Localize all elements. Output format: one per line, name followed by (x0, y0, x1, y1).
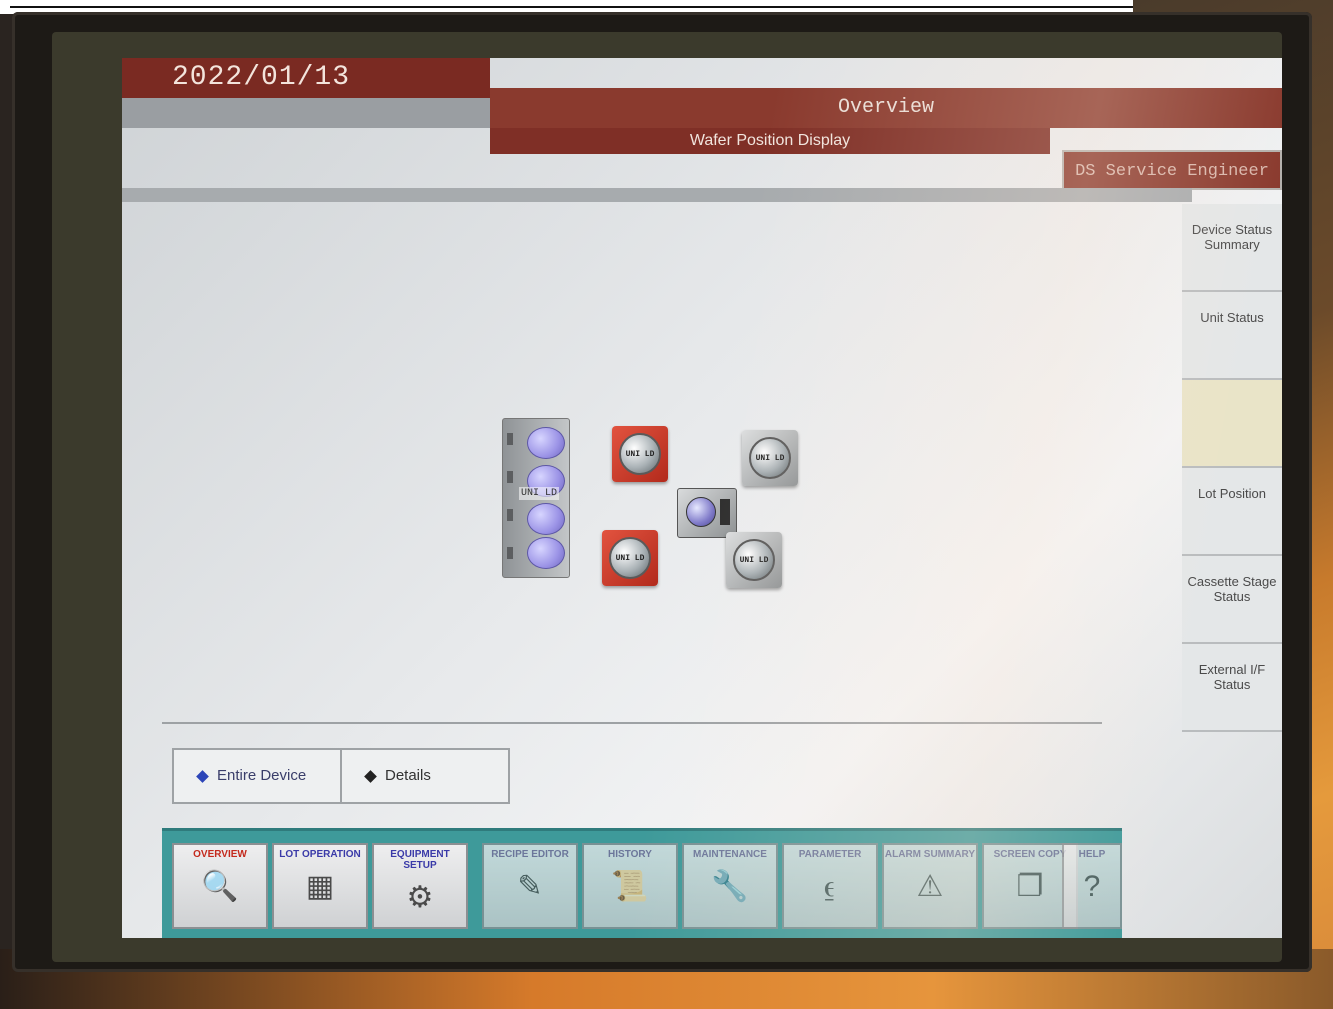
help-question-icon: ? (1083, 870, 1101, 903)
screen-subtitle: Wafer Position Display (490, 128, 1050, 154)
side-nav-cassette-stage-status[interactable]: Cassette Stage Status (1182, 556, 1282, 644)
diamond-icon (196, 769, 209, 783)
datetime: 2022/01/13 12:04:50 (122, 58, 490, 133)
process-unit[interactable]: UNI LD (726, 532, 782, 588)
process-unit-alert[interactable]: UNI LD (602, 530, 658, 586)
screen-title: Overview (490, 88, 1282, 128)
stack-tick (507, 547, 513, 559)
wafer-disc-icon: UNI LD (749, 437, 791, 479)
robot-rail (720, 499, 730, 525)
tab-details-label: Details (385, 767, 431, 784)
tab-details[interactable]: Details (340, 748, 510, 804)
overview-button[interactable]: OVERVIEW 🔍 (172, 843, 268, 929)
user-role: DS Service Engineer (1062, 150, 1282, 190)
wafer-disc-icon: UNI LD (619, 433, 661, 475)
wafer-position-map: UNI LD UNI LD UNI LD UNI LD UNI LD (502, 418, 832, 598)
wafer-disc-icon: UNI LD (733, 539, 775, 581)
alarm-summary-button[interactable]: ALARM SUMMARY ⚠ (882, 843, 978, 929)
maintenance-button[interactable]: MAINTENANCE 🔧 (682, 843, 778, 929)
wafer-slot (527, 503, 565, 535)
equipment-icon: ⚙ (406, 881, 434, 914)
stack-tick (507, 433, 513, 445)
screen-copy-label: SCREEN COPY (993, 849, 1067, 860)
monitor-frame: 2022/01/13 12:04:50 Overview Wafer Posit… (52, 32, 1282, 962)
help-label: HELP (1078, 849, 1106, 860)
tools-icon: 🔧 (711, 870, 749, 903)
cassette-stack[interactable]: UNI LD (502, 418, 570, 578)
top-bar: 2022/01/13 12:04:50 Overview (122, 58, 1282, 133)
side-nav-device-status-summary[interactable]: Device Status Summary (1182, 204, 1282, 292)
history-document-icon: 📜 (611, 870, 649, 903)
stack-tick (507, 509, 513, 521)
wafer-slot (527, 537, 565, 569)
transfer-robot[interactable] (677, 488, 737, 538)
header-gray-strip (122, 98, 490, 128)
wafer-slot (527, 427, 565, 459)
side-nav-external-if-status[interactable]: External I/F Status (1182, 644, 1282, 732)
overview-label: OVERVIEW (193, 849, 247, 860)
content-divider (162, 722, 1102, 724)
alarm-summary-label: ALARM SUMMARY (884, 849, 976, 860)
robot-arm-icon (686, 497, 716, 527)
process-unit[interactable]: UNI LD (742, 430, 798, 486)
wafer-disc-icon: UNI LD (609, 537, 651, 579)
side-nav: Device Status Summary Unit Status Lot Po… (1182, 204, 1282, 744)
parameter-button[interactable]: PARAMETER ⍷ (782, 843, 878, 929)
recipe-icon: ✎ (517, 870, 543, 903)
monitor-bezel: 2022/01/13 12:04:50 Overview Wafer Posit… (12, 12, 1312, 972)
side-nav-wafer-position[interactable] (1182, 380, 1282, 468)
stack-tick (507, 471, 513, 483)
header-divider (122, 188, 1192, 202)
top-edge-line (10, 6, 1140, 8)
tab-entire-device-label: Entire Device (217, 767, 307, 784)
lot-operation-label: LOT OPERATION (279, 849, 361, 860)
help-button[interactable]: HELP ? (1062, 843, 1122, 929)
history-button[interactable]: HISTORY 📜 (582, 843, 678, 929)
tab-entire-device[interactable]: Entire Device (172, 748, 342, 804)
cassette-icon: ▦ (305, 870, 335, 903)
maintenance-label: MAINTENANCE (693, 849, 767, 860)
side-nav-lot-position[interactable]: Lot Position (1182, 468, 1282, 556)
parameter-icon: ⍷ (821, 870, 839, 903)
magnifier-icon: 🔍 (201, 870, 239, 903)
recipe-editor-label: RECIPE EDITOR (491, 849, 569, 860)
parameter-label: PARAMETER (798, 849, 862, 860)
function-toolbar: OVERVIEW 🔍 LOT OPERATION ▦ EQUIPMENT SET… (162, 828, 1122, 938)
copy-icon: ❐ (1016, 870, 1044, 903)
side-nav-unit-status[interactable]: Unit Status (1182, 292, 1282, 380)
recipe-editor-button[interactable]: RECIPE EDITOR ✎ (482, 843, 578, 929)
history-label: HISTORY (608, 849, 652, 860)
lot-operation-button[interactable]: LOT OPERATION ▦ (272, 843, 368, 929)
diamond-icon (364, 769, 377, 783)
stack-label: UNI LD (519, 487, 560, 500)
process-unit-alert[interactable]: UNI LD (612, 426, 668, 482)
equipment-setup-label: EQUIPMENT SETUP (390, 849, 450, 871)
screen: 2022/01/13 12:04:50 Overview Wafer Posit… (122, 58, 1282, 938)
equipment-setup-button[interactable]: EQUIPMENT SETUP ⚙ (372, 843, 468, 929)
warning-icon: ⚠ (916, 870, 944, 903)
